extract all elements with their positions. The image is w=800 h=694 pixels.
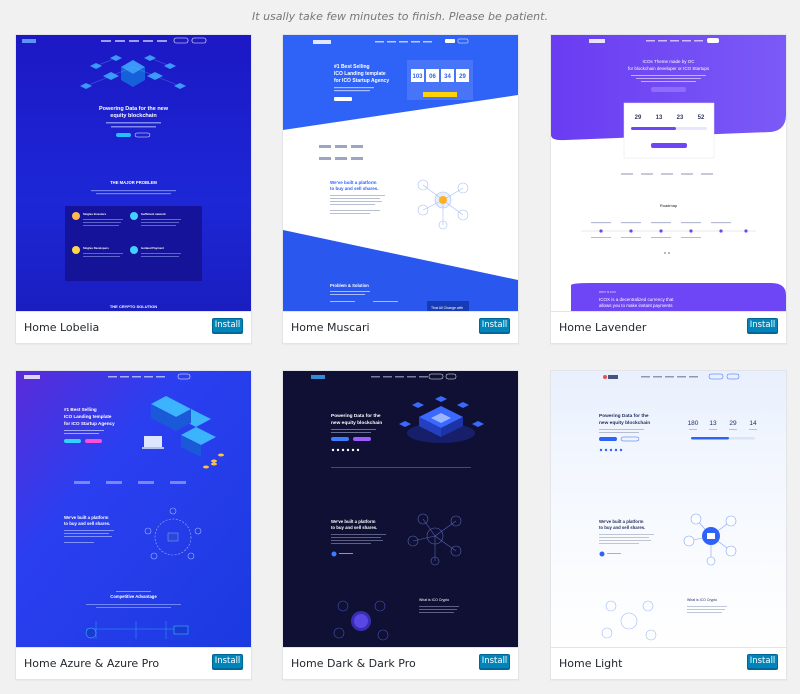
roadmap-title: Roadmap [660, 203, 678, 208]
hero-title-line-1: ICOs Theme made by OC [643, 59, 696, 64]
hero-title-line-1: #1 Best Selling [334, 64, 370, 70]
theme-preview-lavender[interactable]: ICOs Theme made by OC for blockchain dev… [551, 35, 786, 311]
section-title-line-1: We've built a platform [599, 519, 644, 524]
hero-title-line-1: Powering Data for the new [99, 106, 169, 112]
countdown-days: 180 [688, 420, 699, 427]
theme-name: Home Light [559, 657, 623, 670]
progress-notice: It usally take few minutes to finish. Pl… [252, 10, 548, 23]
theme-card-footer: Home Lobelia Install [16, 311, 251, 343]
bottom-small-label: What is ICO Crypto [687, 598, 717, 602]
countdown-hours: 06 [429, 74, 436, 80]
hero-title-line-2: equity blockchain [110, 113, 157, 119]
theme-name: Home Lavender [559, 321, 647, 334]
theme-card-light: Powering Data for the new equity blockch… [550, 370, 787, 680]
bottom-small-label: What is ICO Crypto [419, 598, 449, 602]
bottom-heading: Competitive Advantage [110, 594, 157, 599]
section-heading: THE MAJOR PROBLEM [110, 180, 157, 185]
hero-title-line-2: new equity blockchain [599, 420, 650, 426]
theme-name: Home Muscari [291, 321, 370, 334]
feature-3: Singles Developers [83, 246, 109, 250]
bottom-text: ICOX is a decentralized currency that al… [599, 297, 674, 308]
theme-card-footer: Home Lavender Install [551, 311, 786, 343]
section-title-line-2: to buy and sell shares. [64, 521, 110, 526]
countdown-seconds: 14 [749, 420, 757, 427]
section-title-line-2: to buy and sell shares. [599, 525, 645, 530]
feature-1: Singles Investors [83, 212, 107, 216]
countdown-hours: 13 [709, 420, 717, 427]
install-button[interactable]: Install [747, 654, 778, 669]
theme-card-footer: Home Azure & Azure Pro Install [16, 647, 251, 679]
countdown-days: 103 [412, 74, 423, 80]
bottom-heading: THE CRYPTO SOLUTION [110, 304, 157, 309]
theme-card-azure: #1 Best Selling ICO Landing template for… [15, 370, 252, 680]
install-button[interactable]: Install [479, 318, 510, 333]
hero-title-line-2: ICO Landing template [334, 71, 386, 77]
feature-2: Inefficient network [141, 212, 166, 216]
bottom-small-label: WHAT IS ICOX [599, 291, 616, 294]
theme-preview-light[interactable]: Powering Data for the new equity blockch… [551, 371, 786, 647]
theme-preview-dark[interactable]: Powering Data for the new equity blockch… [283, 371, 518, 647]
hero-title-line-3: for ICO Startup Agency [64, 421, 115, 426]
install-button[interactable]: Install [479, 654, 510, 669]
countdown-days: 29 [635, 115, 642, 121]
countdown-seconds: 29 [459, 74, 466, 80]
theme-preview-lobelia[interactable]: Powering Data for the new equity blockch… [16, 35, 251, 311]
hero-title-line-1: Powering Data for the [599, 413, 649, 419]
countdown-minutes: 34 [444, 74, 451, 80]
section-title-line-1: We've built a platform [331, 519, 376, 524]
theme-card-dark: Powering Data for the new equity blockch… [282, 370, 519, 680]
section-title-line-1: We've built a platform [330, 180, 377, 185]
section-title-line-1: We've built a platform [64, 515, 109, 520]
bottom-title: Problem & Solution [330, 283, 369, 288]
theme-name: Home Lobelia [24, 321, 100, 334]
theme-preview-azure[interactable]: #1 Best Selling ICO Landing template for… [16, 371, 251, 647]
theme-name: Home Dark & Dark Pro [291, 657, 416, 670]
countdown-minutes: 29 [729, 420, 737, 427]
theme-card-lobelia: Powering Data for the new equity blockch… [15, 34, 252, 344]
theme-card-lavender: ICOs Theme made by OC for blockchain dev… [550, 34, 787, 344]
hero-title-line-3: for ICO Startup Agency [334, 78, 389, 84]
install-button[interactable]: Install [212, 654, 243, 669]
hero-title-line-2: ICO Landing template [64, 414, 112, 419]
theme-name: Home Azure & Azure Pro [24, 657, 160, 670]
install-button[interactable]: Install [212, 318, 243, 333]
theme-card-footer: Home Light Install [551, 647, 786, 679]
hero-title-line-2: new equity blockchain [331, 420, 382, 426]
theme-card-muscari: #1 Best Selling ICO Landing template for… [282, 34, 519, 344]
section-title-line-2: to buy and sell shares. [331, 525, 377, 530]
install-button[interactable]: Install [747, 318, 778, 333]
hero-title-line-2: for blockchain developer or ICO Startups [628, 66, 710, 71]
theme-preview-muscari[interactable]: #1 Best Selling ICO Landing template for… [283, 35, 518, 311]
hero-title-line-1: #1 Best Selling [64, 407, 97, 412]
countdown-seconds: 52 [698, 115, 705, 121]
theme-card-footer: Home Muscari Install [283, 311, 518, 343]
feature-4: Isolated Payment [141, 246, 164, 250]
hero-title-line-1: Powering Data for the [331, 413, 381, 419]
bottom-card-text: That All Change with [431, 306, 463, 310]
section-title-line-2: to buy and sell shares. [330, 186, 379, 191]
countdown-hours: 13 [656, 115, 663, 121]
theme-card-footer: Home Dark & Dark Pro Install [283, 647, 518, 679]
countdown-minutes: 23 [677, 115, 684, 121]
